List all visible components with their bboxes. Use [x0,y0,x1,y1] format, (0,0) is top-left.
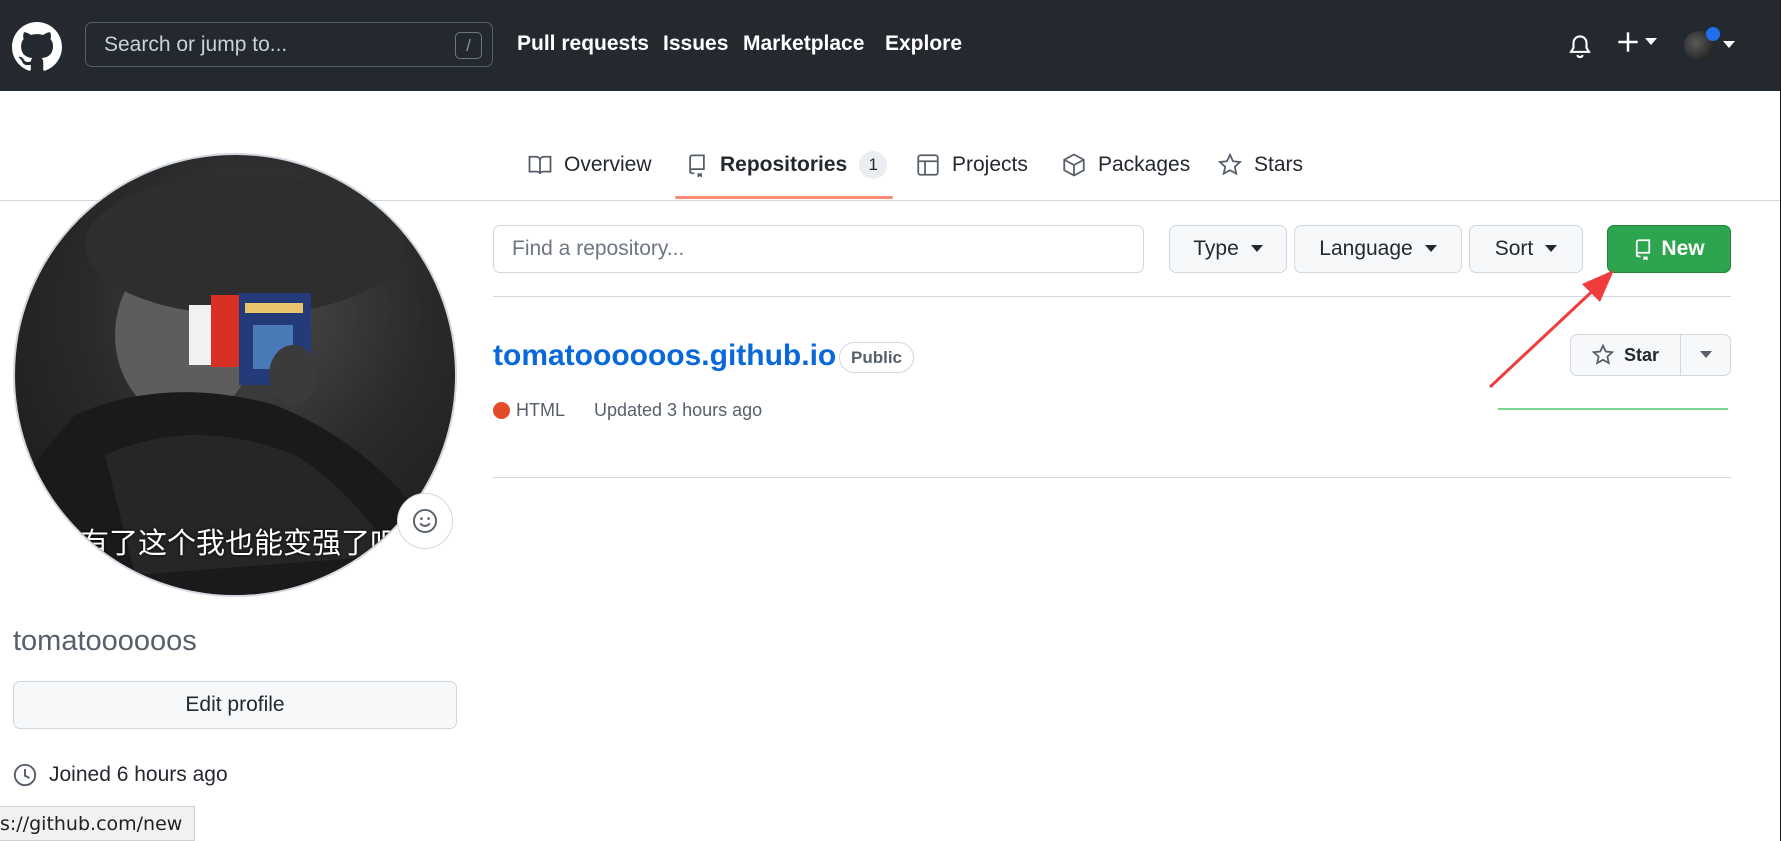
type-filter-button[interactable]: Type [1169,225,1287,273]
global-search-input[interactable]: Search or jump to... / [85,22,493,67]
nav-issues[interactable]: Issues [663,32,728,56]
package-icon [1063,153,1085,177]
star-icon [1218,153,1242,176]
repo-icon [1636,239,1651,260]
active-tab-indicator [675,196,893,199]
joined-text: Joined 6 hours ago [49,763,228,786]
notification-dot [1706,27,1720,41]
nav-marketplace[interactable]: Marketplace [743,32,864,56]
tab-label: Projects [952,153,1028,176]
tab-label: Overview [564,153,652,176]
repo-updated: Updated 3 hours ago [594,400,763,420]
repo-icon [689,154,705,177]
github-logo-icon[interactable] [12,22,62,72]
github-profile-page: Search or jump to... / Pull requests Iss… [0,0,1781,841]
table-icon [917,154,939,176]
tab-packages[interactable]: Packages [1062,148,1190,182]
language-filter-button[interactable]: Language [1294,225,1462,273]
chevron-down-icon [1699,351,1712,358]
activity-sparkline [1498,408,1728,410]
set-status-button[interactable] [397,493,453,549]
profile-username: tomatoooooos [13,625,197,657]
chevron-down-icon [1424,245,1437,252]
language-color-dot [493,402,510,419]
nav-explore[interactable]: Explore [885,32,962,56]
top-header: Search or jump to... / Pull requests Iss… [0,0,1781,91]
book-icon [528,155,552,175]
tab-label: Repositories [720,153,848,176]
tab-label: Packages [1098,153,1191,176]
tab-projects[interactable]: Projects [916,148,1028,182]
chevron-down-icon [1250,245,1263,252]
profile-avatar[interactable]: 有了这个我也能变强了吧 [13,153,457,597]
chevron-down-icon[interactable] [1723,41,1735,49]
nav-pull-requests[interactable]: Pull requests [517,32,649,56]
annotation-arrow-icon [1488,270,1614,389]
search-placeholder: Search or jump to... [104,32,288,56]
repo-language: HTML [516,400,565,420]
visibility-badge: Public [839,342,915,373]
tab-overview[interactable]: Overview [528,148,652,182]
star-list-dropdown[interactable] [1681,335,1730,375]
joined-info: Joined 6 hours ago [13,763,228,787]
filter-label: Type [1193,237,1239,260]
smiley-icon [412,508,438,534]
clock-icon [13,763,37,787]
create-new-menu[interactable] [1617,31,1657,53]
repo-name-link[interactable]: tomatoooooos.github.io [493,339,836,373]
repo-meta: HTML Updated 3 hours ago [493,400,762,421]
list-bottom-divider [493,477,1731,478]
filter-label: Language [1319,237,1413,260]
avatar-caption: 有了这个我也能变强了吧 [80,526,400,560]
search-shortcut-key: / [455,32,482,59]
filter-label: Sort [1494,237,1534,260]
bell-icon[interactable] [1567,33,1593,61]
edit-profile-button[interactable]: Edit profile [13,681,457,729]
tab-repositories[interactable]: Repositories 1 [686,148,888,182]
new-repository-button[interactable]: New [1607,225,1731,273]
tab-stars[interactable]: Stars [1218,148,1303,182]
find-repository-input[interactable]: Find a repository... [493,225,1144,273]
chevron-down-icon [1645,38,1657,45]
plus-icon [1618,32,1638,52]
new-button-label: New [1661,237,1705,260]
status-bar-url: s://github.com/new [0,806,196,841]
repo-count-badge: 1 [859,151,888,179]
star-label: Star [1623,344,1659,365]
find-placeholder: Find a repository... [512,237,685,260]
chevron-down-icon [1545,245,1558,252]
tab-label: Stars [1254,153,1304,176]
